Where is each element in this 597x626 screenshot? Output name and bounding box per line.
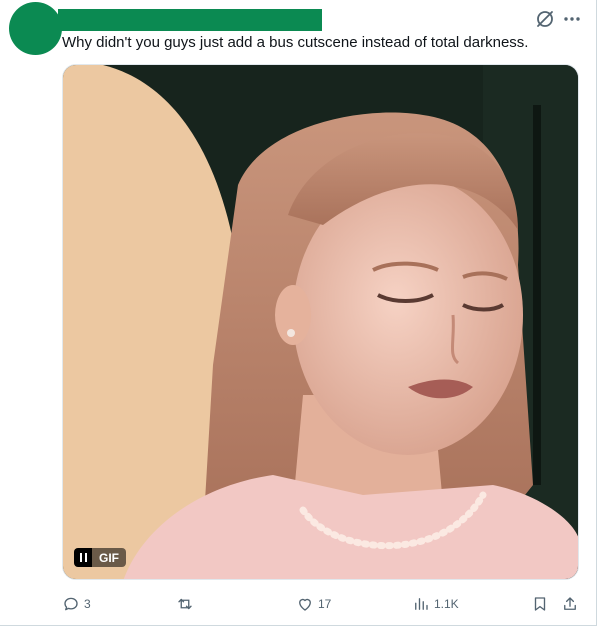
gif-media[interactable] bbox=[62, 64, 579, 580]
reply-icon bbox=[64, 597, 78, 611]
share-icon bbox=[564, 597, 576, 610]
bookmark-button[interactable] bbox=[531, 594, 549, 614]
avatar[interactable] bbox=[9, 2, 62, 55]
action-bar: 3 17 1.1K bbox=[0, 594, 597, 614]
gif-label: GIF bbox=[92, 548, 126, 567]
redacted-username bbox=[58, 9, 322, 31]
like-button[interactable]: 17 bbox=[296, 594, 331, 614]
heart-icon bbox=[299, 598, 311, 611]
views-chart-icon bbox=[415, 598, 428, 610]
like-count: 17 bbox=[318, 597, 332, 611]
more-dots-icon[interactable] bbox=[562, 9, 582, 29]
repost-button[interactable] bbox=[176, 594, 198, 614]
pause-icon[interactable] bbox=[74, 548, 92, 567]
views-count: 1.1K bbox=[434, 597, 459, 611]
share-button[interactable] bbox=[561, 594, 579, 614]
grok-slash-circle-icon[interactable] bbox=[534, 8, 556, 30]
bookmark-icon bbox=[534, 597, 546, 611]
reply-button[interactable]: 3 bbox=[62, 594, 91, 614]
tweet-text: Why didn't you guys just add a bus cutsc… bbox=[62, 34, 529, 51]
gif-badge[interactable]: GIF bbox=[74, 548, 126, 567]
gif-frame-image bbox=[63, 65, 578, 579]
repost-icon bbox=[178, 598, 192, 610]
reply-count: 3 bbox=[84, 597, 91, 611]
views-button[interactable]: 1.1K bbox=[412, 594, 459, 614]
